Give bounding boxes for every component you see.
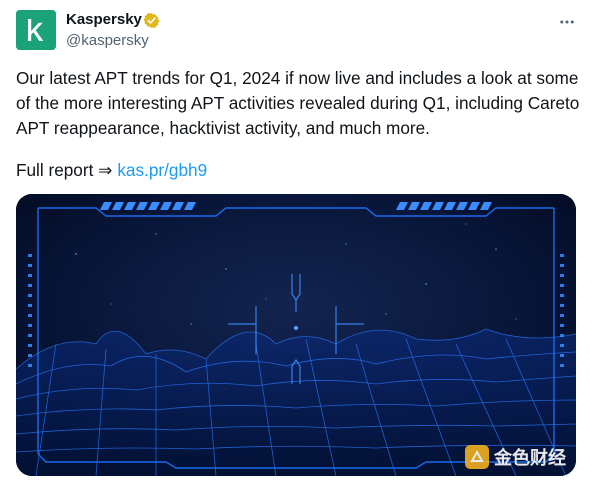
avatar[interactable]	[16, 10, 56, 50]
tweet-text: Our latest APT trends for Q1, 2024 if no…	[16, 68, 580, 138]
author-handle[interactable]: @kaspersky	[66, 32, 149, 49]
watermark: 金色财经	[465, 444, 566, 470]
tweet-image[interactable]: 金色财经	[16, 194, 576, 476]
report-link[interactable]: kas.pr/gbh9	[117, 160, 207, 180]
tweet: Kaspersky @kaspersky Our latest APT tren…	[0, 0, 600, 489]
watermark-text: 金色财经	[494, 448, 566, 468]
more-dots-icon	[560, 20, 574, 24]
kaspersky-logo-icon	[16, 10, 56, 50]
cyber-grid-image	[16, 194, 576, 476]
jinse-logo-icon	[465, 445, 489, 469]
author-name[interactable]: Kaspersky	[66, 11, 142, 28]
report-prefix: Full report ⇒	[16, 160, 118, 180]
more-options-button[interactable]	[556, 12, 578, 32]
verified-badge-icon[interactable]	[143, 12, 160, 29]
report-line: Full report ⇒ kas.pr/gbh9	[16, 158, 207, 183]
